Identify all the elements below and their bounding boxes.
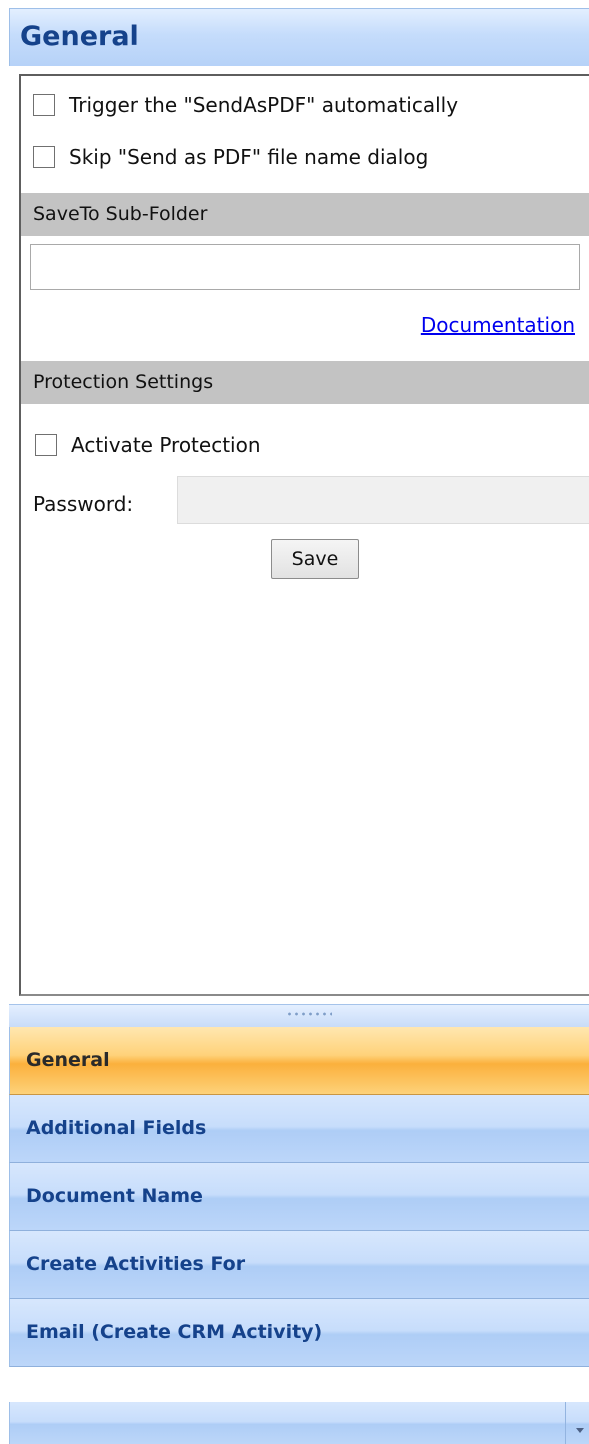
nav-overflow-bar [9, 1402, 589, 1444]
nav-button-label: Additional Fields [26, 1117, 207, 1139]
skip-dialog-label: Skip "Send as PDF" file name dialog [69, 145, 429, 169]
password-input[interactable] [177, 476, 589, 524]
save-button[interactable]: Save [271, 539, 359, 579]
nav-button-label: Document Name [26, 1185, 203, 1207]
nav-button-label: Email (Create CRM Activity) [26, 1321, 323, 1343]
trigger-auto-option[interactable]: Trigger the "SendAsPDF" automatically [33, 90, 458, 120]
nav-button-label: Create Activities For [26, 1253, 246, 1275]
password-label: Password: [33, 492, 134, 516]
activate-protection-option[interactable]: Activate Protection [35, 430, 261, 460]
saveto-section-title: SaveTo Sub-Folder [33, 203, 208, 225]
protection-section-header: Protection Settings [21, 361, 589, 404]
nav-button-email-crm[interactable]: Email (Create CRM Activity) [9, 1299, 589, 1367]
nav-button-label: General [26, 1049, 110, 1071]
overflow-separator [565, 1402, 566, 1444]
grip-dots-icon [286, 1011, 332, 1017]
pane-header: General [9, 8, 589, 66]
pane-splitter[interactable] [9, 1004, 589, 1027]
nav-button-general[interactable]: General [9, 1027, 589, 1095]
protection-section-title: Protection Settings [33, 371, 214, 393]
nav-button-document-name[interactable]: Document Name [9, 1163, 589, 1231]
pane-title: General [20, 21, 139, 52]
activate-protection-checkbox[interactable] [35, 434, 57, 456]
skip-dialog-checkbox[interactable] [33, 146, 55, 168]
options-pane: General Trigger the "SendAsPDF" automati… [0, 0, 589, 1444]
nav-button-create-activities[interactable]: Create Activities For [9, 1231, 589, 1299]
trigger-auto-checkbox[interactable] [33, 94, 55, 116]
general-settings-panel: Trigger the "SendAsPDF" automatically Sk… [19, 74, 589, 996]
saveto-section-header: SaveTo Sub-Folder [21, 193, 589, 236]
nav-button-additional-fields[interactable]: Additional Fields [9, 1095, 589, 1163]
skip-dialog-option[interactable]: Skip "Send as PDF" file name dialog [33, 142, 428, 172]
saveto-subfolder-input[interactable] [30, 244, 580, 290]
chevron-down-icon[interactable] [576, 1428, 584, 1433]
activate-protection-label: Activate Protection [71, 433, 261, 457]
trigger-auto-label: Trigger the "SendAsPDF" automatically [69, 93, 459, 117]
documentation-link[interactable]: Documentation [421, 313, 575, 337]
